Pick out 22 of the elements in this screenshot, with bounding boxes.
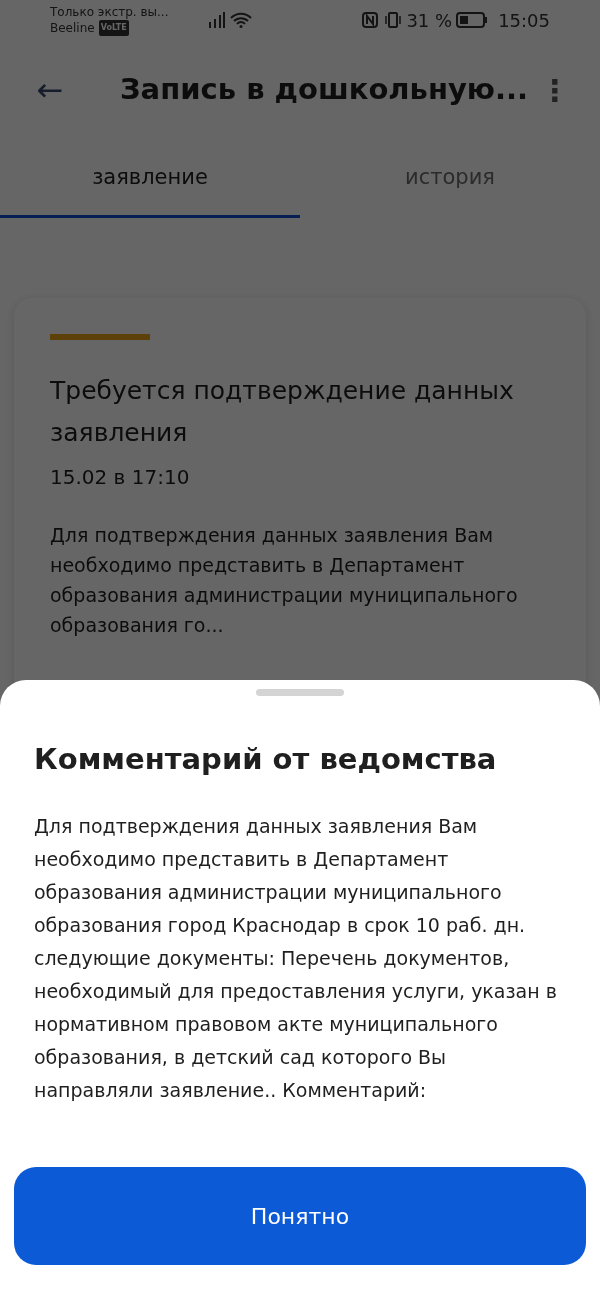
back-button[interactable]: ←: [30, 66, 70, 114]
vibrate-icon: [384, 12, 403, 28]
tab[interactable]: история: [300, 140, 600, 218]
tab[interactable]: заявление: [0, 140, 300, 218]
nfc-icon: [362, 12, 379, 28]
understood-button[interactable]: Понятно: [14, 1167, 586, 1265]
screen-title: Запись в дошкольную...: [120, 71, 530, 109]
clock: 15:05: [498, 8, 550, 33]
drag-handle[interactable]: [256, 689, 344, 696]
operator-name: Beeline: [50, 20, 95, 36]
battery-icon: [456, 12, 489, 28]
menu-button[interactable]: ⋮: [540, 67, 570, 113]
wifi-icon: [230, 12, 253, 28]
card-text: Для подтверждения данных заявления Вам необходимо представить в Департамент образования администрации муниципального образования го...: [50, 523, 519, 638]
signal-icon: [208, 12, 227, 28]
sheet-title: Комментарий от ведомства: [34, 741, 498, 778]
operator-name: Только экстр. вы...: [50, 4, 169, 20]
card-date: 15.02 в 17:10: [50, 464, 191, 491]
battery-percent: 31 %: [406, 8, 453, 33]
volte-badge: VoLTE: [98, 20, 129, 36]
card-title: Требуется подтверждение данных заявления: [50, 375, 515, 449]
sheet-text: Для подтверждения данных заявления Вам необходимо представить в Департамент образования администрации муниципального образования город Краснодар в срок 10 раб. дн. следующие документы: Перечень документов, необходимый для предоставления услуги, указан в нормативном правовом акте муниципального образования, в детский сад которого Вы направляли заявление.. Комментарий:: [34, 813, 558, 1103]
